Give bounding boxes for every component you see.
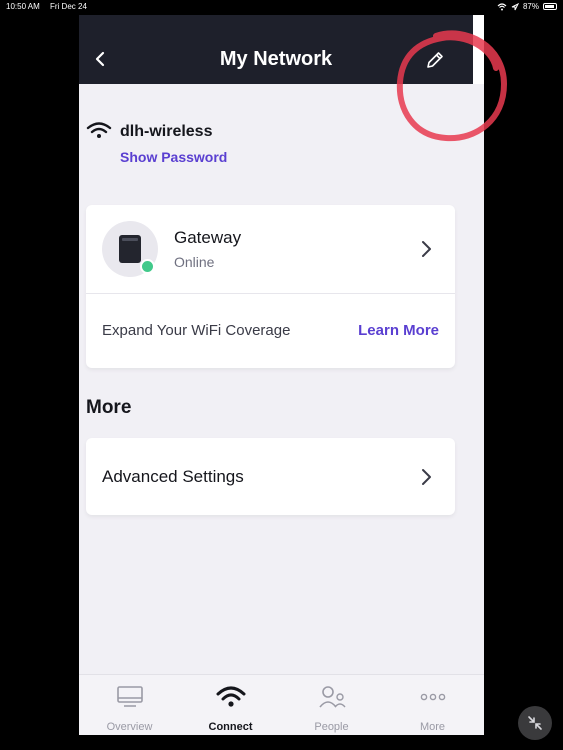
tab-label: People	[314, 721, 349, 733]
nav-header: My Network	[79, 15, 473, 84]
battery-percent: 87%	[522, 2, 539, 11]
online-status-dot	[140, 259, 155, 274]
gateway-name: Gateway	[174, 228, 242, 247]
app-window: My Network dlh-wireless Show Password Ga…	[79, 15, 484, 735]
status-date: Fri Dec 24	[50, 2, 87, 11]
wifi-icon	[216, 686, 246, 707]
show-password-link[interactable]: Show Password	[120, 149, 227, 165]
tab-label: Overview	[106, 721, 153, 733]
status-right: 87%	[497, 2, 557, 11]
status-bar: 10:50 AM Fri Dec 24 87%	[0, 0, 563, 14]
advanced-settings-label: Advanced Settings	[102, 467, 244, 486]
header-right-edge	[473, 15, 484, 84]
expand-coverage-row: Expand Your WiFi Coverage Learn More	[86, 295, 455, 368]
minimize-button[interactable]	[518, 706, 552, 740]
pencil-icon[interactable]	[424, 49, 446, 71]
location-icon	[511, 2, 519, 10]
gateway-row[interactable]: Gateway Online	[86, 205, 455, 294]
network-ssid: dlh-wireless	[120, 123, 213, 140]
page-title: My Network	[219, 48, 333, 70]
chevron-right-icon	[422, 469, 431, 485]
ellipsis-icon	[420, 693, 446, 701]
wifi-icon	[86, 122, 112, 138]
learn-more-link[interactable]: Learn More	[358, 322, 439, 339]
chevron-right-icon	[422, 241, 431, 257]
gateway-status: Online	[174, 254, 215, 270]
gateway-card: Gateway Online Expand Your WiFi Coverage…	[86, 205, 455, 368]
gateway-avatar	[102, 221, 158, 277]
wifi-status-icon	[497, 2, 507, 10]
tab-bar: Overview Connect People More	[79, 674, 484, 735]
advanced-settings-row[interactable]: Advanced Settings	[86, 438, 455, 515]
monitor-icon	[117, 686, 143, 707]
tab-label: Connect	[208, 721, 253, 733]
more-heading: More	[86, 397, 132, 418]
router-icon	[119, 235, 141, 263]
tab-label: More	[419, 721, 446, 733]
status-time: 10:50 AM	[6, 2, 40, 11]
people-icon	[319, 686, 346, 708]
tab-more[interactable]: More	[382, 675, 483, 735]
tab-people[interactable]: People	[281, 675, 382, 735]
arrows-in-icon	[528, 716, 542, 730]
tab-overview[interactable]: Overview	[79, 675, 180, 735]
tab-connect[interactable]: Connect	[180, 675, 281, 735]
battery-icon	[543, 3, 557, 10]
expand-coverage-text: Expand Your WiFi Coverage	[102, 322, 291, 339]
